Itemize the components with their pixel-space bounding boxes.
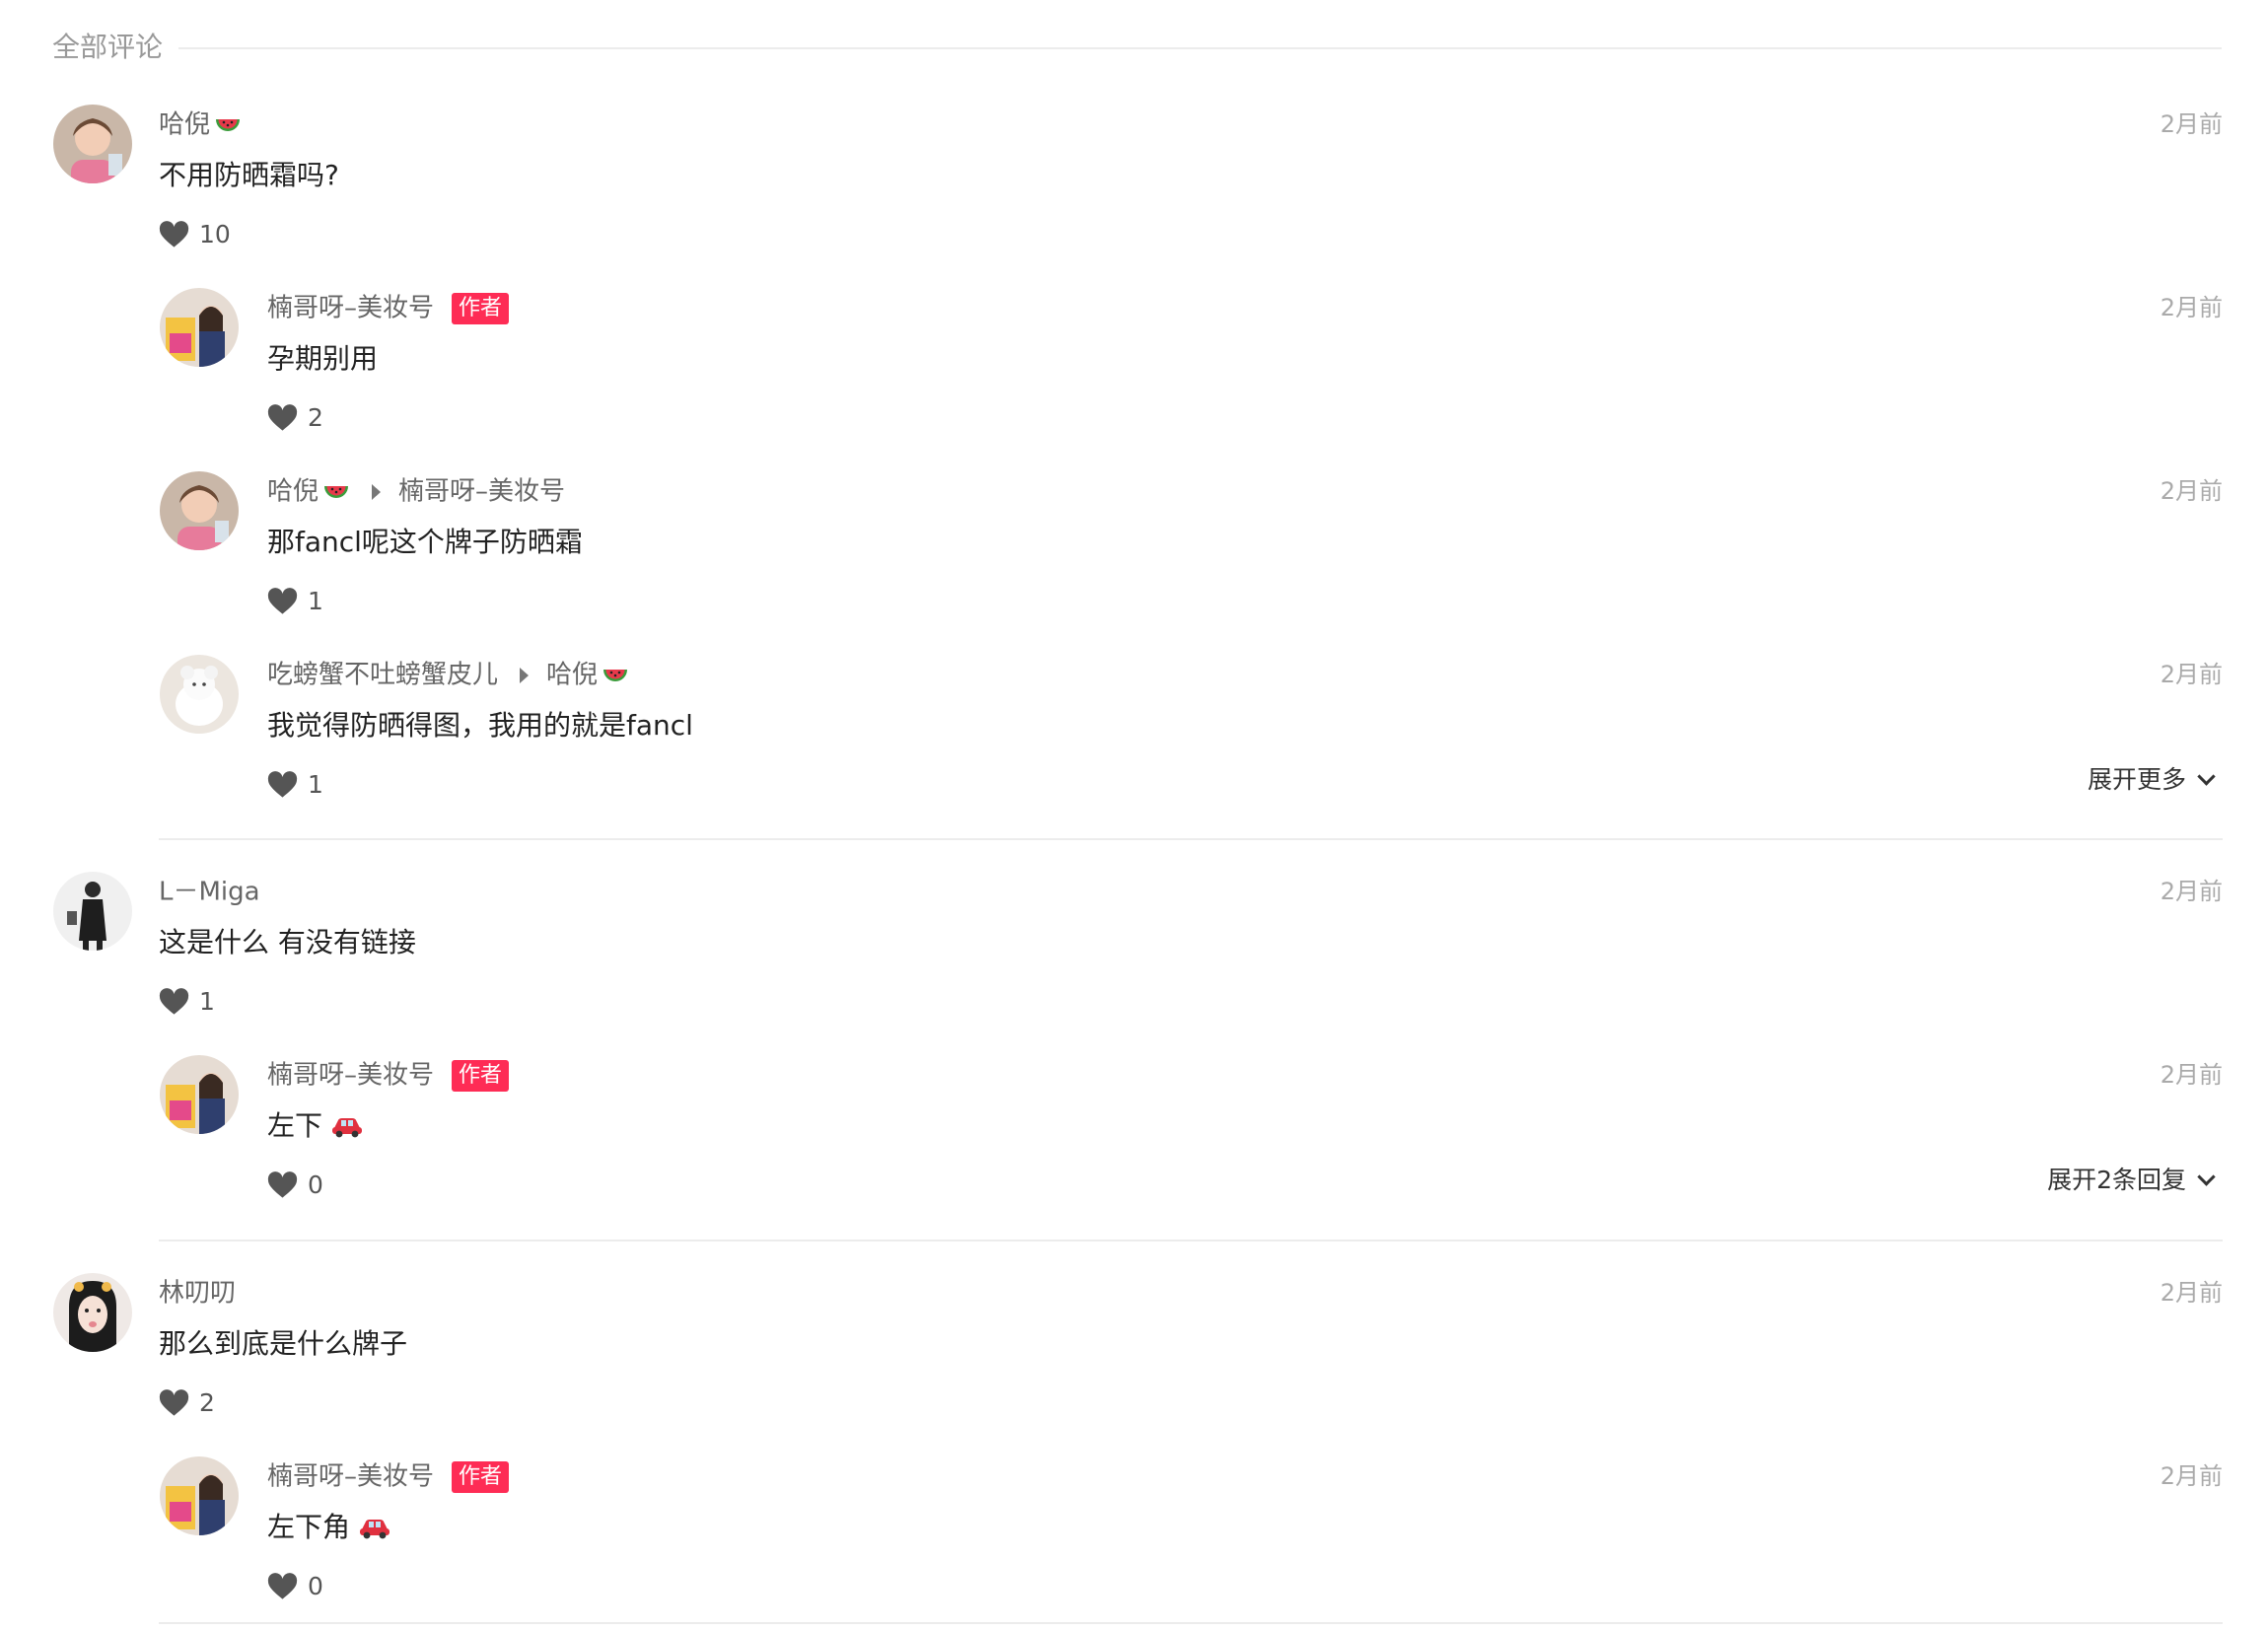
chevron-down-icon [2197, 767, 2216, 786]
like-count: 1 [308, 770, 323, 799]
comment-username[interactable]: 哈倪 [159, 107, 242, 142]
comment-text: 不用防晒霜吗? [159, 159, 339, 191]
like-control[interactable]: 0 [267, 1168, 323, 1201]
reply-text: 那fancl呢这个牌子防晒霜 [267, 526, 583, 558]
comment-username[interactable]: 林叨叨 [159, 1276, 236, 1311]
like-control[interactable]: 2 [267, 400, 323, 434]
like-control[interactable]: 1 [267, 767, 323, 801]
author-badge: 作者 [452, 1460, 510, 1493]
comment-time: 2月前 [2160, 1279, 2223, 1307]
avatar[interactable] [160, 1055, 239, 1134]
avatar[interactable] [53, 1273, 132, 1352]
heart-icon[interactable] [267, 1171, 298, 1199]
reply-time: 2月前 [2160, 661, 2223, 688]
reply-username[interactable]: 楠哥呀–美妆号 作者 [267, 1058, 510, 1093]
comment-username[interactable]: L－Miga [159, 875, 260, 909]
heart-icon[interactable] [159, 1389, 189, 1417]
heart-icon[interactable] [267, 771, 298, 799]
like-count: 0 [308, 1170, 323, 1199]
reply-username[interactable]: 楠哥呀–美妆号 作者 [267, 1459, 510, 1494]
avatar[interactable] [53, 105, 132, 183]
heart-icon[interactable] [159, 988, 189, 1016]
comment-text: 那么到底是什么牌子 [159, 1327, 408, 1360]
section-divider [178, 47, 2222, 49]
reply-time: 2月前 [2160, 477, 2223, 505]
reply-username[interactable]: 楠哥呀–美妆号 作者 [267, 291, 510, 325]
avatar[interactable] [160, 288, 239, 367]
like-count: 1 [308, 587, 323, 615]
comment-time: 2月前 [2160, 110, 2223, 138]
expand-replies-button[interactable]: 展开2条回复 [2047, 1164, 2216, 1197]
thread-divider [159, 838, 2223, 840]
like-count: 2 [308, 403, 323, 432]
reply-to-username[interactable]: 哈倪 [546, 661, 598, 690]
like-control[interactable]: 1 [159, 984, 215, 1018]
like-control[interactable]: 0 [267, 1569, 323, 1602]
comments-section-header: 全部评论 [52, 28, 2222, 67]
section-title: 全部评论 [52, 31, 164, 63]
reply-arrow-icon [372, 483, 382, 500]
like-control[interactable]: 10 [159, 217, 231, 250]
reply-text: 我觉得防晒得图，我用的就是fancl [267, 709, 693, 742]
like-control[interactable]: 1 [267, 584, 323, 617]
watermelon-emoji-icon [602, 662, 629, 689]
thread-divider [159, 1622, 2223, 1624]
like-count: 2 [199, 1388, 215, 1417]
author-badge: 作者 [452, 1059, 510, 1092]
heart-icon[interactable] [267, 404, 298, 432]
like-count: 10 [199, 220, 231, 248]
chevron-down-icon [2197, 1168, 2216, 1186]
like-control[interactable]: 2 [159, 1385, 215, 1419]
author-badge: 作者 [452, 292, 510, 324]
comment-time: 2月前 [2160, 878, 2223, 905]
heart-icon[interactable] [267, 588, 298, 615]
reply-to-username[interactable]: 楠哥呀–美妆号 [398, 477, 565, 507]
reply-time: 2月前 [2160, 1462, 2223, 1490]
avatar[interactable] [160, 655, 239, 734]
expand-more-button[interactable]: 展开更多 [2088, 763, 2216, 797]
reply-text: 左下 [267, 1106, 364, 1146]
thread-divider [159, 1240, 2223, 1241]
reply-username[interactable]: 哈倪 楠哥呀–美妆号 [267, 474, 565, 509]
avatar[interactable] [53, 872, 132, 951]
watermelon-emoji-icon [322, 478, 350, 506]
reply-text: 左下角 [267, 1508, 391, 1547]
reply-username[interactable]: 吃螃蟹不吐螃蟹皮儿 哈倪 [267, 658, 629, 692]
reply-text: 孕期别用 [267, 342, 379, 375]
like-count: 1 [199, 987, 215, 1016]
watermelon-emoji-icon [214, 111, 242, 139]
comment-text: 这是什么 有没有链接 [159, 926, 416, 958]
reply-arrow-icon [520, 667, 530, 683]
car-emoji-icon [330, 1116, 364, 1138]
reply-time: 2月前 [2160, 294, 2223, 321]
like-count: 0 [308, 1572, 323, 1600]
avatar[interactable] [160, 471, 239, 550]
reply-time: 2月前 [2160, 1061, 2223, 1089]
car-emoji-icon [358, 1518, 391, 1539]
heart-icon[interactable] [267, 1573, 298, 1600]
heart-icon[interactable] [159, 221, 189, 248]
avatar[interactable] [160, 1456, 239, 1535]
